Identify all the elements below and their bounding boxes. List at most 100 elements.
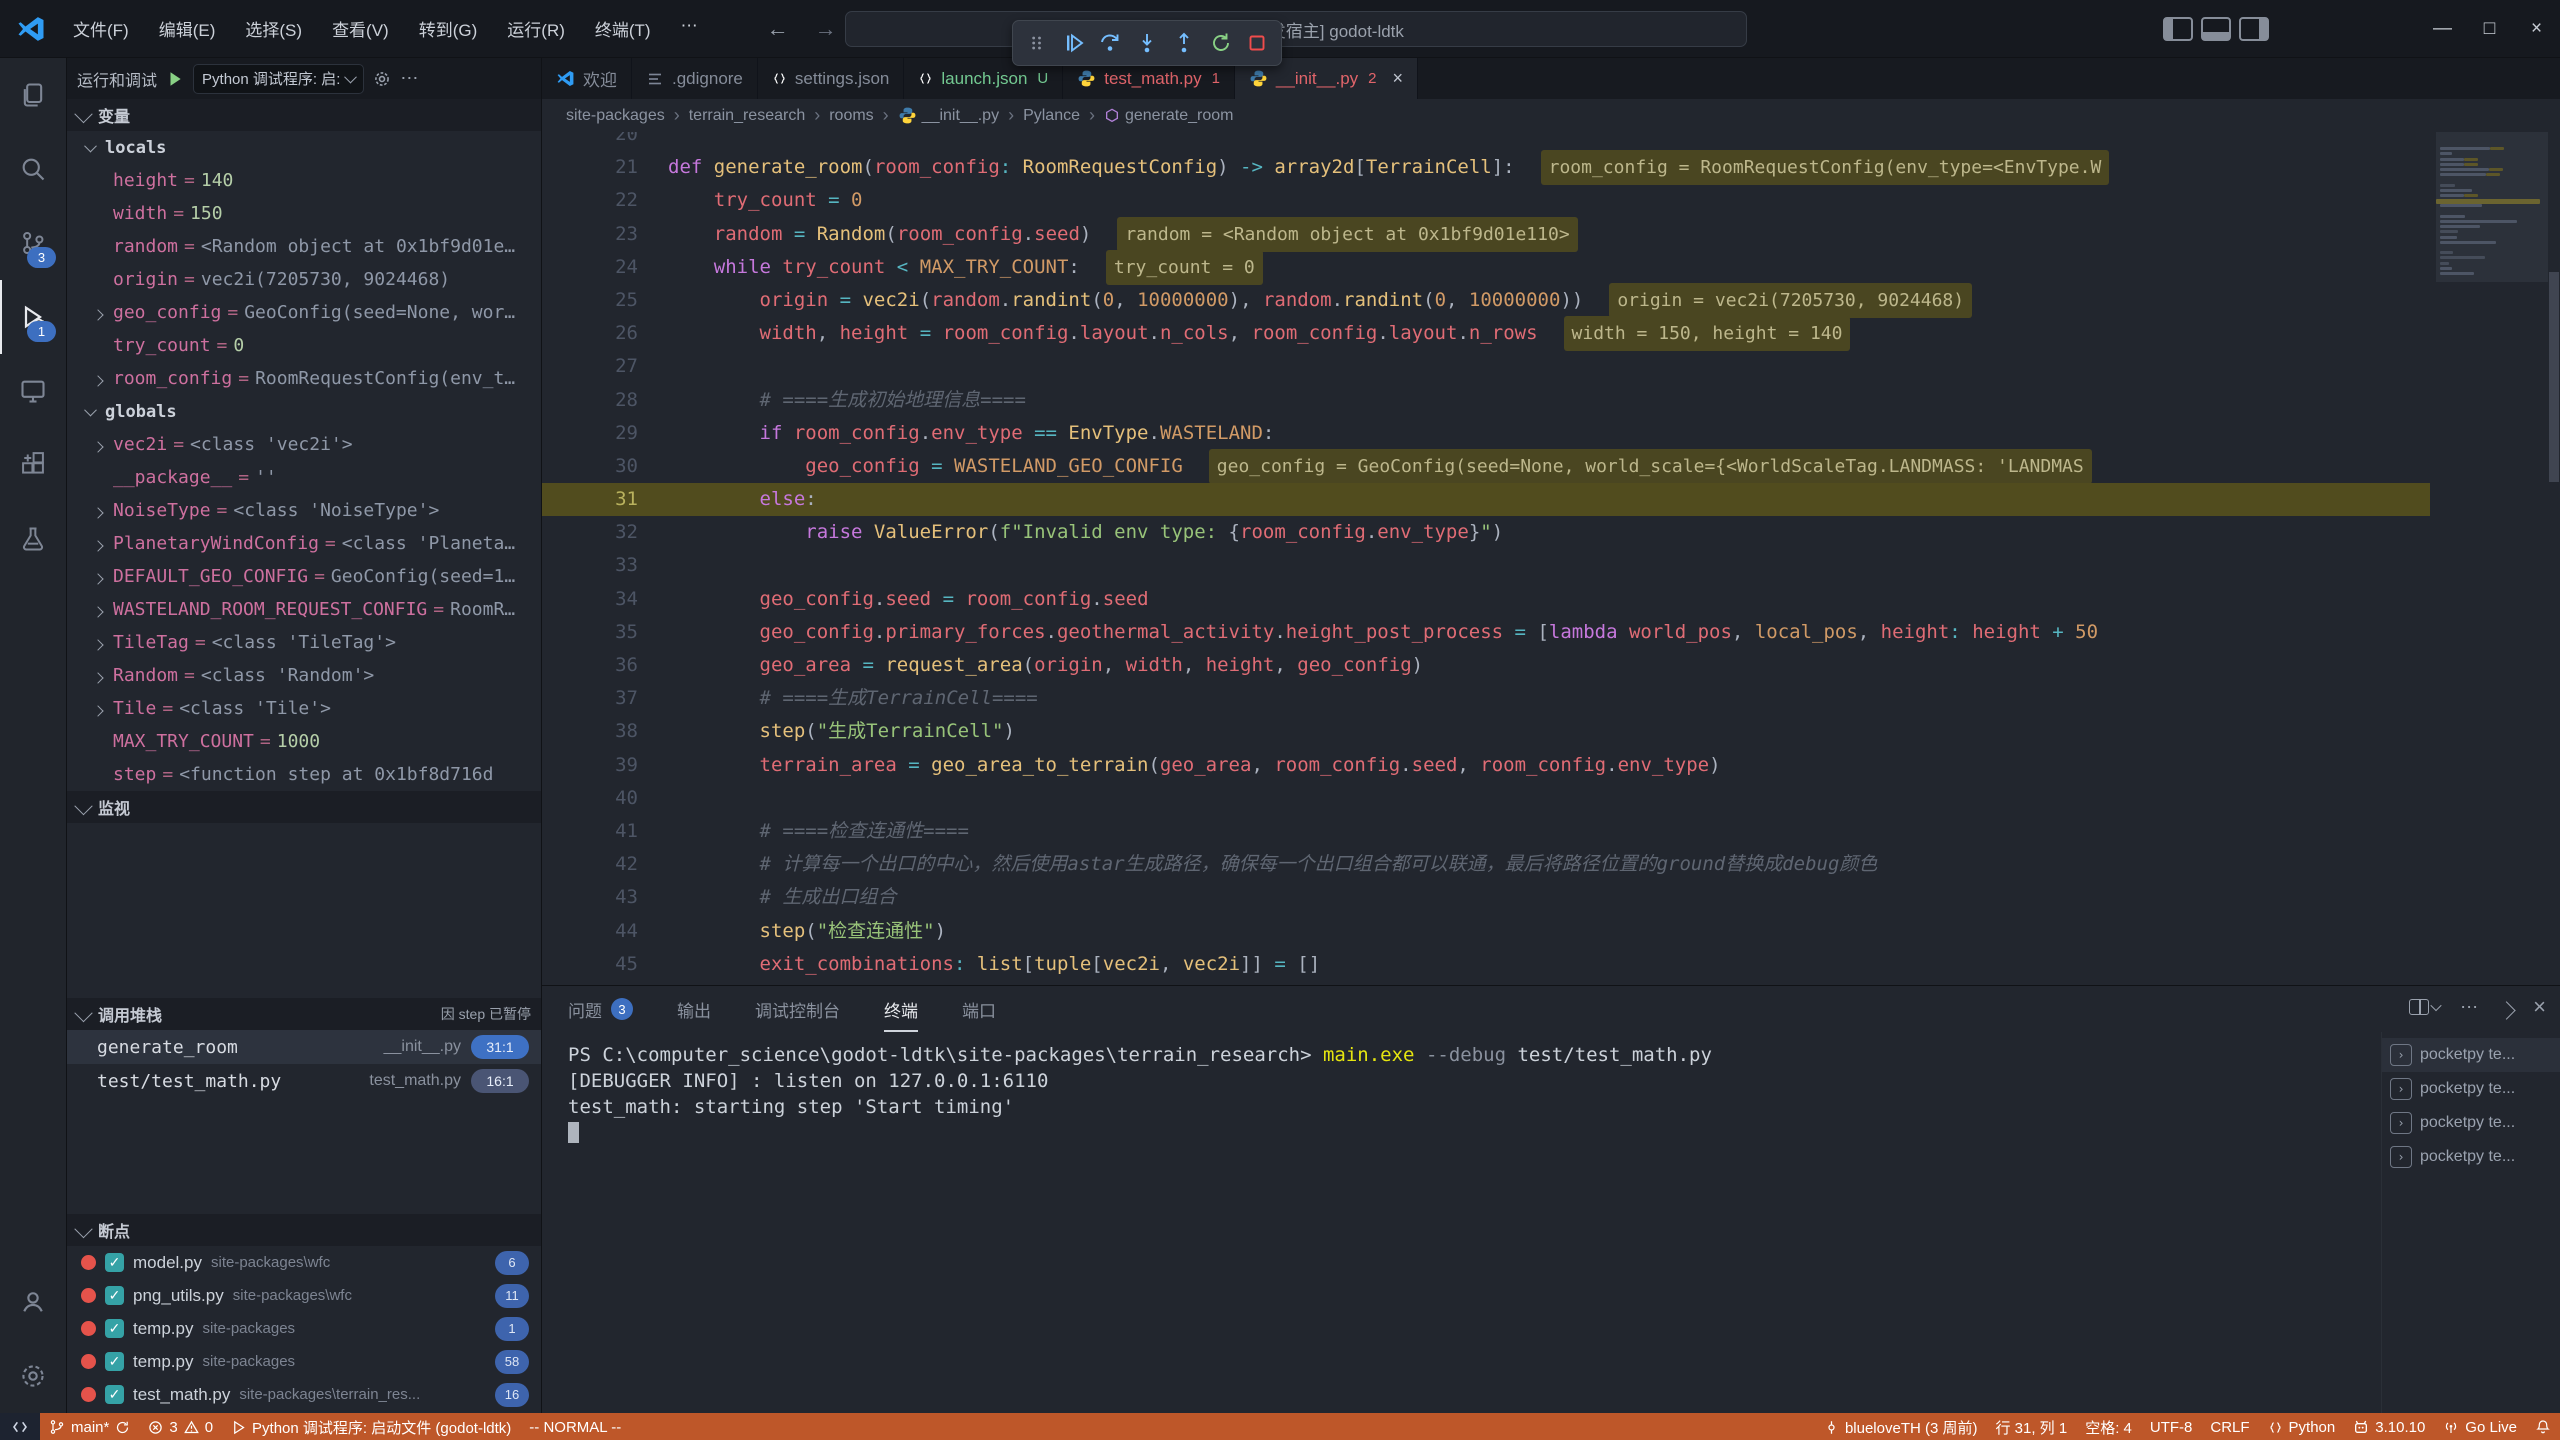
code-line[interactable]: 45 exit_combinations: list[tuple[vec2i, … (542, 948, 2430, 981)
code-line[interactable]: 21def generate_room(room_config: RoomReq… (542, 151, 2430, 184)
stack-frame[interactable]: generate_room__init__.py31:1 (67, 1030, 541, 1064)
statusbar-git-commit[interactable]: blueloveTH (3 周前) (1815, 1413, 1987, 1440)
statusbar-cursor-position[interactable]: 行 31, 列 1 (1986, 1413, 2076, 1440)
maximize-button[interactable]: □ (2466, 0, 2513, 57)
variable-row[interactable]: vec2i = <class 'vec2i'> (67, 428, 541, 461)
split-terminal-icon[interactable] (2409, 999, 2440, 1015)
menu-overflow[interactable]: ⋯ (668, 11, 711, 46)
step-out-icon[interactable] (1172, 31, 1196, 55)
step-into-icon[interactable] (1135, 31, 1159, 55)
toggle-secondary-sidebar-icon[interactable] (2239, 17, 2269, 41)
variable-row[interactable]: geo_config = GeoConfig(seed=None, wor… (67, 296, 541, 329)
code-line[interactable]: 24 while try_count < MAX_TRY_COUNT:try_c… (542, 251, 2430, 284)
variable-row[interactable]: step = <function step at 0x1bf8d716d (67, 758, 541, 791)
activity-source-control[interactable]: 3 (0, 206, 66, 280)
continue-button[interactable] (1061, 30, 1087, 56)
start-debug-button[interactable] (166, 70, 184, 88)
variable-row[interactable]: room_config = RoomRequestConfig(env_t… (67, 362, 541, 395)
watch-section-header[interactable]: 监视 (67, 791, 541, 823)
variable-row[interactable]: try_count = 0 (67, 329, 541, 362)
command-center-search[interactable]: [扩展开发宿主] godot-ldtk (845, 11, 1747, 47)
code-line[interactable]: 41 # ====检查连通性==== (542, 815, 2430, 848)
panel-tab-端口[interactable]: 端口 (962, 986, 996, 1032)
variable-row[interactable]: random = <Random object at 0x1bf9d01e… (67, 230, 541, 263)
checkbox-checked-icon[interactable]: ✓ (105, 1253, 124, 1272)
terminal-output[interactable]: PS C:\computer_science\godot-ldtk\site-p… (542, 1032, 2381, 1413)
code-line[interactable]: 23 random = Random(room_config.seed)rand… (542, 218, 2430, 251)
terminal-instance[interactable]: ›pocketpy te... (2382, 1038, 2560, 1072)
statusbar-notifications[interactable] (2526, 1413, 2560, 1440)
minimize-button[interactable]: — (2419, 0, 2466, 57)
breadcrumb-item[interactable]: __init__.py (898, 106, 999, 125)
activity-testing[interactable] (0, 502, 66, 576)
code-line[interactable]: 33 (542, 549, 2430, 582)
breakpoint-row[interactable]: ✓test_math.pysite-packages\terrain_res..… (67, 1378, 541, 1411)
variable-row[interactable]: TileTag = <class 'TileTag'> (67, 626, 541, 659)
code-line[interactable]: 26 width, height = room_config.layout.n_… (542, 317, 2430, 350)
terminal-instance[interactable]: ›pocketpy te... (2382, 1140, 2560, 1174)
activity-account[interactable] (0, 1265, 66, 1339)
continue-icon[interactable] (1062, 31, 1086, 55)
checkbox-checked-icon[interactable]: ✓ (105, 1352, 124, 1371)
statusbar-language-mode[interactable]: Python (2259, 1413, 2345, 1440)
panel-tab-问题[interactable]: 问题3 (568, 986, 633, 1032)
checkbox-checked-icon[interactable]: ✓ (105, 1385, 124, 1404)
activity-search[interactable] (0, 132, 66, 206)
activity-explorer[interactable] (0, 58, 66, 132)
breadcrumb-item[interactable]: site-packages (566, 107, 665, 125)
activity-extensions[interactable] (0, 428, 66, 502)
toggle-panel-icon[interactable] (2201, 17, 2231, 41)
code-line[interactable]: 38 step("生成TerrainCell") (542, 715, 2430, 748)
variable-row[interactable]: PlanetaryWindConfig = <class 'Planeta… (67, 527, 541, 560)
breakpoint-row[interactable]: ✓model.pysite-packages\wfc6 (67, 1246, 541, 1279)
statusbar-encoding[interactable]: UTF-8 (2141, 1413, 2202, 1440)
code-line[interactable]: 44 step("检查连通性") (542, 915, 2430, 948)
step-out-button[interactable] (1171, 30, 1197, 56)
step-into-button[interactable] (1134, 30, 1160, 56)
nav-back-button[interactable]: ← (767, 16, 789, 42)
editor-scrollbar[interactable] (2548, 132, 2560, 985)
code-line[interactable]: 29 if room_config.env_type == EnvType.WA… (542, 417, 2430, 450)
code-editor[interactable]: 2021def generate_room(room_config: RoomR… (542, 132, 2560, 985)
gear-icon[interactable] (373, 70, 391, 88)
variable-row[interactable]: NoiseType = <class 'NoiseType'> (67, 494, 541, 527)
menu-item-6[interactable]: 终端(T) (582, 11, 664, 46)
close-icon[interactable]: × (1393, 68, 1404, 89)
code-line[interactable]: 35 geo_config.primary_forces.geothermal_… (542, 616, 2430, 649)
menu-item-4[interactable]: 转到(G) (406, 11, 491, 46)
step-over-button[interactable] (1097, 30, 1123, 56)
breadcrumb-item[interactable]: generate_room (1104, 107, 1234, 125)
variable-row[interactable]: Random = <class 'Random'> (67, 659, 541, 692)
statusbar-remote-indicator[interactable] (0, 1413, 40, 1440)
menu-item-5[interactable]: 运行(R) (494, 11, 578, 46)
variables-section-header[interactable]: 变量 (67, 99, 541, 131)
statusbar-git-branch[interactable]: main* (40, 1413, 139, 1440)
activity-remote-explorer[interactable] (0, 354, 66, 428)
statusbar-python-version[interactable]: 3.10.10 (2344, 1413, 2434, 1440)
close-panel-icon[interactable]: × (2533, 994, 2546, 1020)
close-button[interactable]: × (2513, 0, 2560, 57)
variable-row[interactable]: height = 140 (67, 164, 541, 197)
code-line[interactable]: 37 # ====生成TerrainCell==== (542, 682, 2430, 715)
terminal-instance[interactable]: ›pocketpy te... (2382, 1106, 2560, 1140)
tab-[interactable]: 欢迎 (542, 58, 632, 99)
statusbar-problems[interactable]: 30 (139, 1413, 222, 1440)
breadcrumb-item[interactable]: terrain_research (689, 107, 806, 125)
breadcrumb-item[interactable]: rooms (829, 107, 873, 125)
terminal-instance[interactable]: ›pocketpy te... (2382, 1072, 2560, 1106)
maximize-panel-icon[interactable] (2497, 1001, 2515, 1019)
minimap[interactable] (2436, 132, 2548, 985)
restart-icon[interactable] (1209, 31, 1233, 55)
checkbox-checked-icon[interactable]: ✓ (105, 1286, 124, 1305)
variable-row[interactable]: origin = vec2i(7205730, 9024468) (67, 263, 541, 296)
stop-icon[interactable] (1245, 31, 1269, 55)
variable-row[interactable]: DEFAULT_GEO_CONFIG = GeoConfig(seed=1… (67, 560, 541, 593)
code-line[interactable]: 39 terrain_area = geo_area_to_terrain(ge… (542, 749, 2430, 782)
menu-item-1[interactable]: 编辑(E) (146, 11, 229, 46)
tab-settings.json[interactable]: settings.json (758, 58, 905, 99)
restart-button[interactable] (1208, 30, 1234, 56)
more-actions-icon[interactable]: ⋯ (400, 68, 420, 89)
panel-tab-输出[interactable]: 输出 (677, 986, 711, 1032)
activity-settings[interactable] (0, 1339, 66, 1413)
code-line[interactable]: 40 (542, 782, 2430, 815)
